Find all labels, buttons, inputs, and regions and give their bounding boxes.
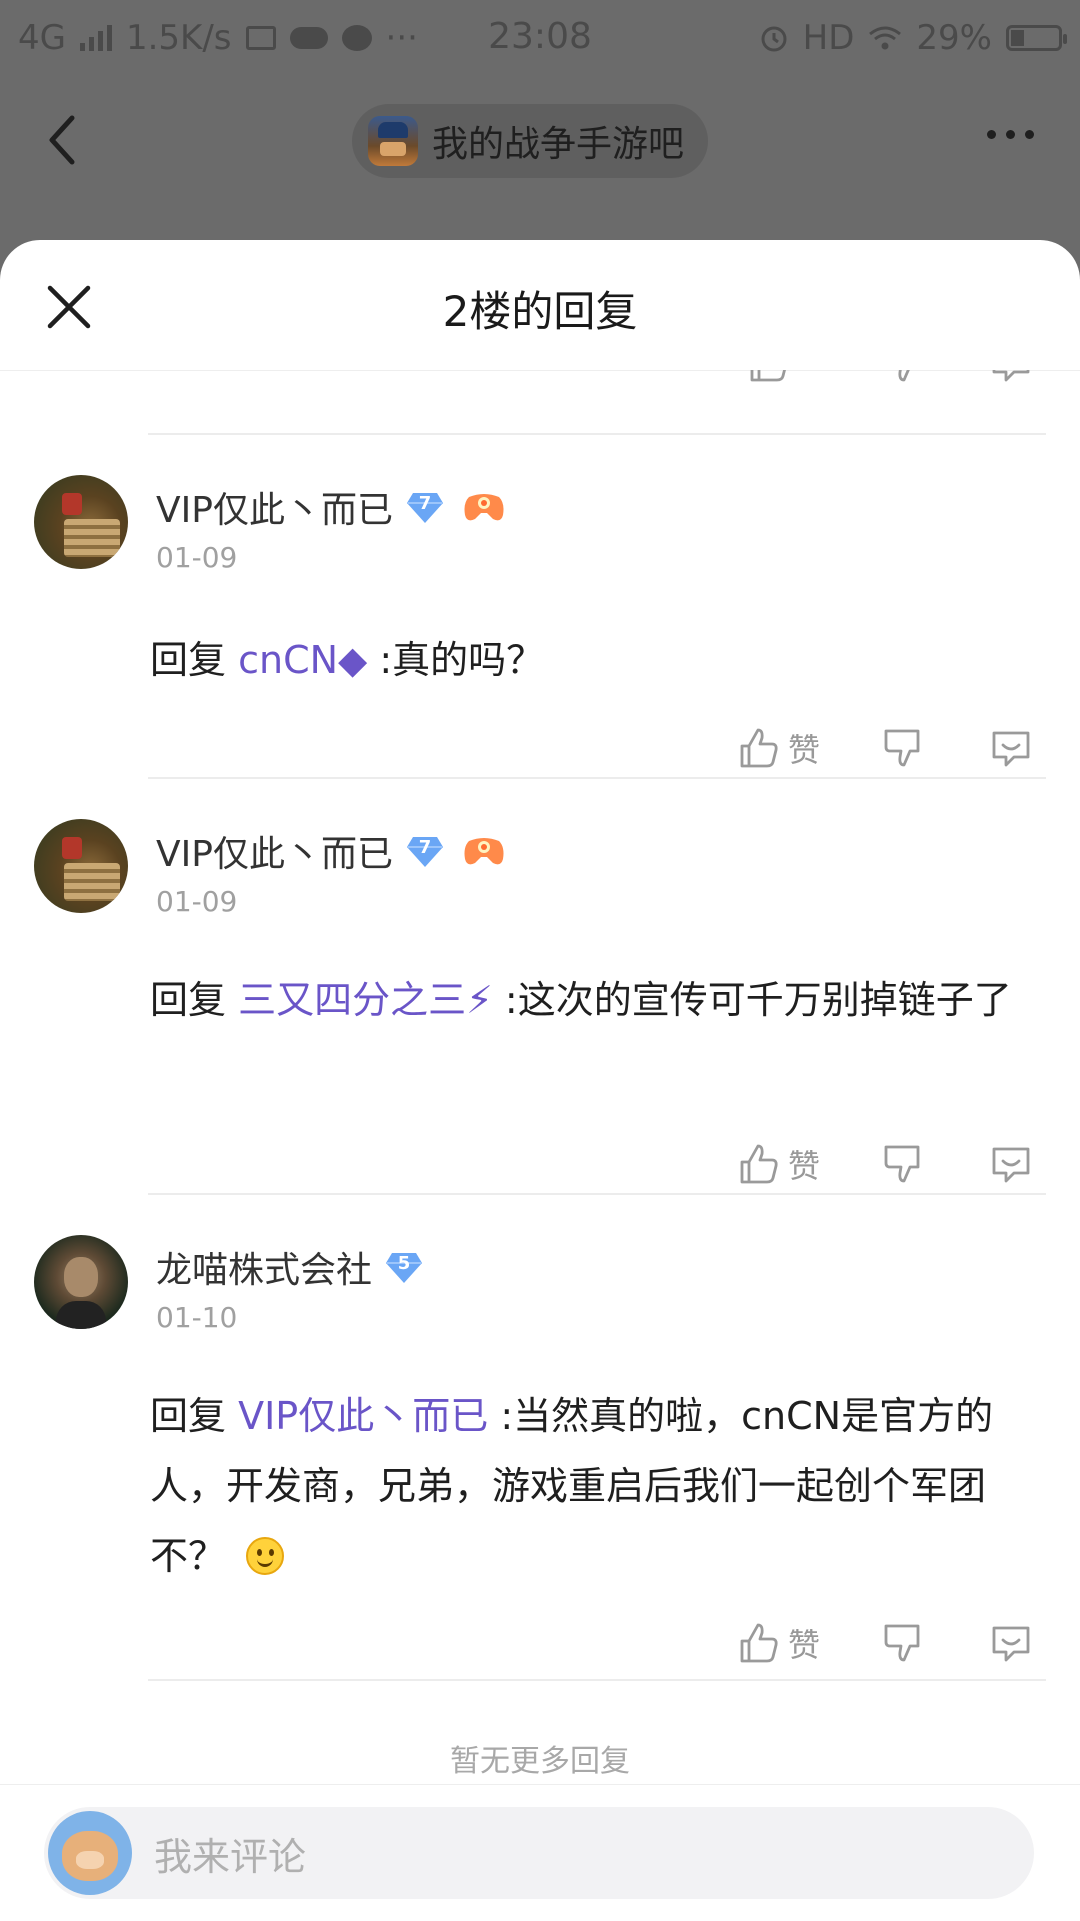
chevron-left-icon (49, 115, 75, 165)
reply-content: 回复 三又四分之三⚡ :这次的宣传可千万别掉链子了 (150, 965, 1050, 1035)
dislike-button[interactable] (880, 1620, 924, 1668)
like-button[interactable]: 赞 (736, 1141, 820, 1187)
no-more-replies: 暂无更多回复 (450, 1744, 630, 1779)
comment-icon (992, 1147, 1030, 1183)
reply-prefix: 回复 (150, 1394, 227, 1438)
thumb-down-icon (884, 1624, 920, 1662)
gamepad-badge-icon (464, 494, 504, 521)
more-dot-icon (987, 130, 996, 139)
dislike-button[interactable] (880, 1141, 924, 1189)
date: 01-09 (156, 885, 238, 918)
nav-bar: 我的战争手游吧 (0, 72, 1080, 212)
thumb-up-icon (740, 1623, 778, 1663)
partial-dislike-button[interactable] (880, 370, 924, 388)
avatar[interactable] (34, 475, 128, 569)
reply-prefix: 回复 (150, 638, 227, 682)
divider (148, 1679, 1046, 1681)
comment-input[interactable]: 我来评论 (44, 1807, 1034, 1899)
level-badge: 5 (384, 1247, 424, 1287)
username[interactable]: VIP仅此丶而已 (156, 825, 393, 877)
partial-like-button[interactable] (746, 370, 790, 384)
reply-sheet: 2楼的回复 VIP仅此丶而已 7 01-09 回复 cnCN◆:真的吗？ 赞 … (0, 240, 1080, 1920)
more-dot-icon (1006, 130, 1015, 139)
sheet-header: 2楼的回复 (0, 240, 1080, 371)
mention-link[interactable]: 三又四分之三⚡ (238, 978, 493, 1022)
smile-emoji-icon (246, 1537, 285, 1575)
more-dot-icon (1025, 130, 1034, 139)
divider (148, 433, 1046, 435)
like-label: 赞 (788, 1147, 821, 1185)
battery-icon (1006, 25, 1067, 51)
reply-actions: 赞 (0, 725, 1080, 785)
level-badge: 7 (405, 831, 445, 871)
more-button[interactable] (987, 130, 1034, 139)
partial-actions (0, 370, 1080, 400)
forum-name: 我的战争手游吧 (432, 124, 685, 165)
avatar[interactable] (34, 819, 128, 913)
alarm-icon (761, 26, 787, 52)
like-label: 赞 (788, 731, 821, 769)
like-label: 赞 (788, 1626, 821, 1664)
reply-text: :这次的宣传可千万别掉链子了 (504, 978, 1012, 1022)
username-row: VIP仅此丶而已 7 (156, 825, 505, 877)
like-button[interactable]: 赞 (736, 725, 820, 771)
divider (148, 777, 1046, 779)
back-button[interactable] (36, 100, 96, 180)
thumb-down-icon (884, 729, 920, 767)
thumb-up-icon (740, 1144, 778, 1184)
level-number: 7 (418, 837, 432, 858)
reply-button[interactable] (988, 725, 1034, 775)
reply-button[interactable] (988, 1141, 1034, 1191)
comment-bar: 我来评论 (0, 1784, 1080, 1921)
avatar[interactable] (34, 1235, 128, 1329)
mention-link[interactable]: VIP仅此丶而已 (238, 1394, 488, 1438)
username-row: VIP仅此丶而已 7 (156, 481, 505, 533)
comment-icon (992, 1626, 1030, 1662)
username[interactable]: VIP仅此丶而已 (156, 481, 393, 533)
status-bar: 4G 1.5K/s ··· 23:08 HD 29% (0, 0, 1080, 72)
level-badge: 7 (405, 487, 445, 527)
divider (148, 1193, 1046, 1195)
reply-prefix: 回复 (150, 978, 227, 1022)
reply-actions: 赞 (0, 1620, 1080, 1680)
gamepad-badge-icon (464, 838, 504, 865)
my-avatar (48, 1811, 132, 1895)
like-button[interactable]: 赞 (736, 1620, 820, 1666)
level-number: 7 (418, 493, 432, 514)
dislike-button[interactable] (880, 725, 924, 773)
level-number: 5 (397, 1253, 411, 1274)
sheet-title: 2楼的回复 (442, 287, 638, 336)
date: 01-10 (156, 1301, 238, 1334)
forum-pill[interactable]: 我的战争手游吧 (352, 104, 709, 178)
battery-percent: 29% (916, 18, 992, 58)
forum-avatar (368, 116, 418, 166)
comment-icon (992, 370, 1030, 382)
partial-actions-row (0, 370, 1080, 430)
reply-button[interactable] (988, 1620, 1034, 1670)
partial-reply-button[interactable] (988, 370, 1034, 390)
thumb-up-icon (750, 370, 786, 382)
hd-label: HD (802, 18, 855, 58)
reply-content: 回复 cnCN◆ :真的吗？ (150, 625, 1050, 695)
username-row: 龙喵株式会社 5 (156, 1241, 424, 1293)
reply-actions: 赞 (0, 1141, 1080, 1201)
wifi-icon (869, 26, 902, 50)
status-right: HD 29% (759, 18, 1067, 58)
reply-text: :真的吗？ (379, 638, 545, 682)
comment-placeholder: 我来评论 (154, 1834, 307, 1879)
username[interactable]: 龙喵株式会社 (156, 1241, 372, 1293)
reply-content: 回复 VIP仅此丶而已 :当然真的啦，cnCN是官方的人，开发商，兄弟，游戏重启… (150, 1381, 1050, 1591)
thumb-down-icon (898, 370, 910, 382)
comment-icon (992, 731, 1030, 767)
mention-link[interactable]: cnCN◆ (238, 638, 367, 682)
thumb-up-icon (740, 728, 778, 768)
date: 01-09 (156, 541, 238, 574)
thumb-down-icon (884, 1145, 920, 1183)
